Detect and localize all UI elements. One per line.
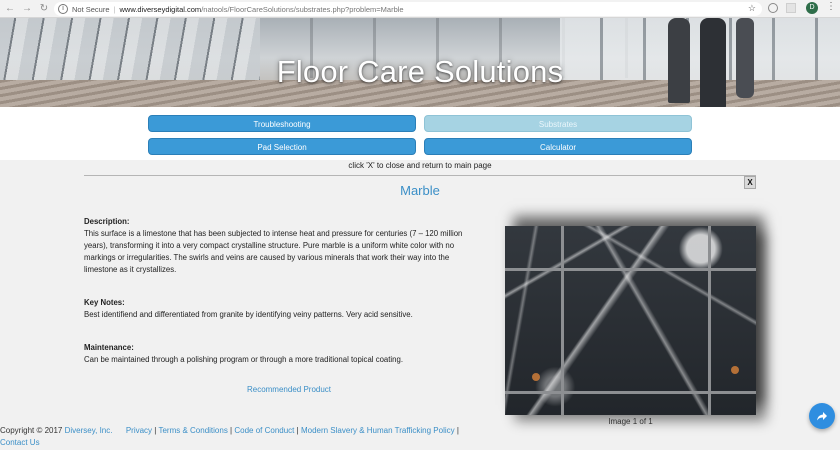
- close-hint: click 'X' to close and return to main pa…: [348, 161, 492, 170]
- back-icon[interactable]: ←: [3, 2, 17, 16]
- description-text: This surface is a limestone that has bee…: [84, 228, 463, 274]
- code-of-conduct-link[interactable]: Code of Conduct: [234, 426, 294, 435]
- description-heading: Description:: [84, 217, 130, 226]
- troubleshooting-button[interactable]: Troubleshooting: [148, 115, 416, 132]
- url-path: /natools/FloorCareSolutions/substrates.p…: [201, 4, 404, 14]
- pad-selection-button[interactable]: Pad Selection: [148, 138, 416, 155]
- footer-separator: |: [296, 426, 299, 435]
- maintenance-heading: Maintenance:: [84, 343, 134, 352]
- address-separator: |: [113, 4, 116, 14]
- recommended-product-link[interactable]: Recommended Product: [84, 385, 494, 394]
- terms-link[interactable]: Terms & Conditions: [158, 426, 227, 435]
- share-button[interactable]: [809, 403, 835, 429]
- copyright-text: Copyright © 2017: [0, 426, 63, 435]
- bookmark-star-icon[interactable]: ☆: [748, 3, 756, 14]
- browser-toolbar: ← → ↻ i Not Secure | www.diverseydigital…: [0, 0, 840, 18]
- footer-separator: |: [456, 426, 459, 435]
- hero-title: Floor Care Solutions: [276, 54, 564, 89]
- marble-photo[interactable]: [505, 226, 756, 415]
- light-reflection: [731, 366, 739, 374]
- hero-banner: Floor Care Solutions: [0, 18, 840, 107]
- contact-us-link[interactable]: Contact Us: [0, 438, 40, 447]
- footer-separator: |: [154, 426, 157, 435]
- extension-square-icon[interactable]: [786, 3, 796, 13]
- profile-avatar[interactable]: D: [806, 2, 818, 14]
- footer-separator: |: [230, 426, 233, 435]
- tile-grout: [561, 226, 564, 415]
- privacy-link[interactable]: Privacy: [126, 426, 152, 435]
- browser-menu-icon[interactable]: ⋮: [826, 2, 836, 14]
- security-label: Not Secure: [72, 4, 110, 14]
- key-notes-heading: Key Notes:: [84, 298, 125, 307]
- modern-slavery-link[interactable]: Modern Slavery & Human Trafficking Polic…: [301, 426, 455, 435]
- calculator-button[interactable]: Calculator: [424, 138, 692, 155]
- url-host: www.diverseydigital.com: [119, 4, 202, 14]
- share-arrow-icon: [817, 412, 827, 421]
- marble-texture: [505, 226, 756, 415]
- description-section: Description: This surface is a limestone…: [84, 216, 484, 276]
- page-title: Marble: [400, 183, 440, 198]
- substrates-button[interactable]: Substrates: [424, 115, 692, 132]
- tile-grout: [505, 268, 756, 271]
- key-notes-section: Key Notes: Best identifiend and differen…: [84, 297, 484, 321]
- reload-icon[interactable]: ↻: [37, 2, 51, 16]
- key-notes-text: Best identifiend and differentiated from…: [84, 309, 413, 319]
- address-bar[interactable]: i Not Secure | www.diverseydigital.com/n…: [54, 2, 762, 16]
- divider: [84, 175, 756, 176]
- maintenance-text: Can be maintained through a polishing pr…: [84, 354, 403, 364]
- tile-grout: [505, 391, 756, 394]
- maintenance-section: Maintenance: Can be maintained through a…: [84, 342, 484, 366]
- nav-buttons: Troubleshooting Substrates Pad Selection…: [0, 107, 840, 160]
- tile-grout: [708, 226, 711, 415]
- extension-icon[interactable]: [768, 3, 778, 13]
- light-reflection: [532, 373, 540, 381]
- forward-icon[interactable]: →: [20, 2, 34, 16]
- footer: Copyright © 2017 Diversey, Inc. Privacy …: [0, 425, 560, 449]
- company-link[interactable]: Diversey, Inc.: [65, 426, 113, 435]
- info-icon[interactable]: i: [58, 4, 68, 14]
